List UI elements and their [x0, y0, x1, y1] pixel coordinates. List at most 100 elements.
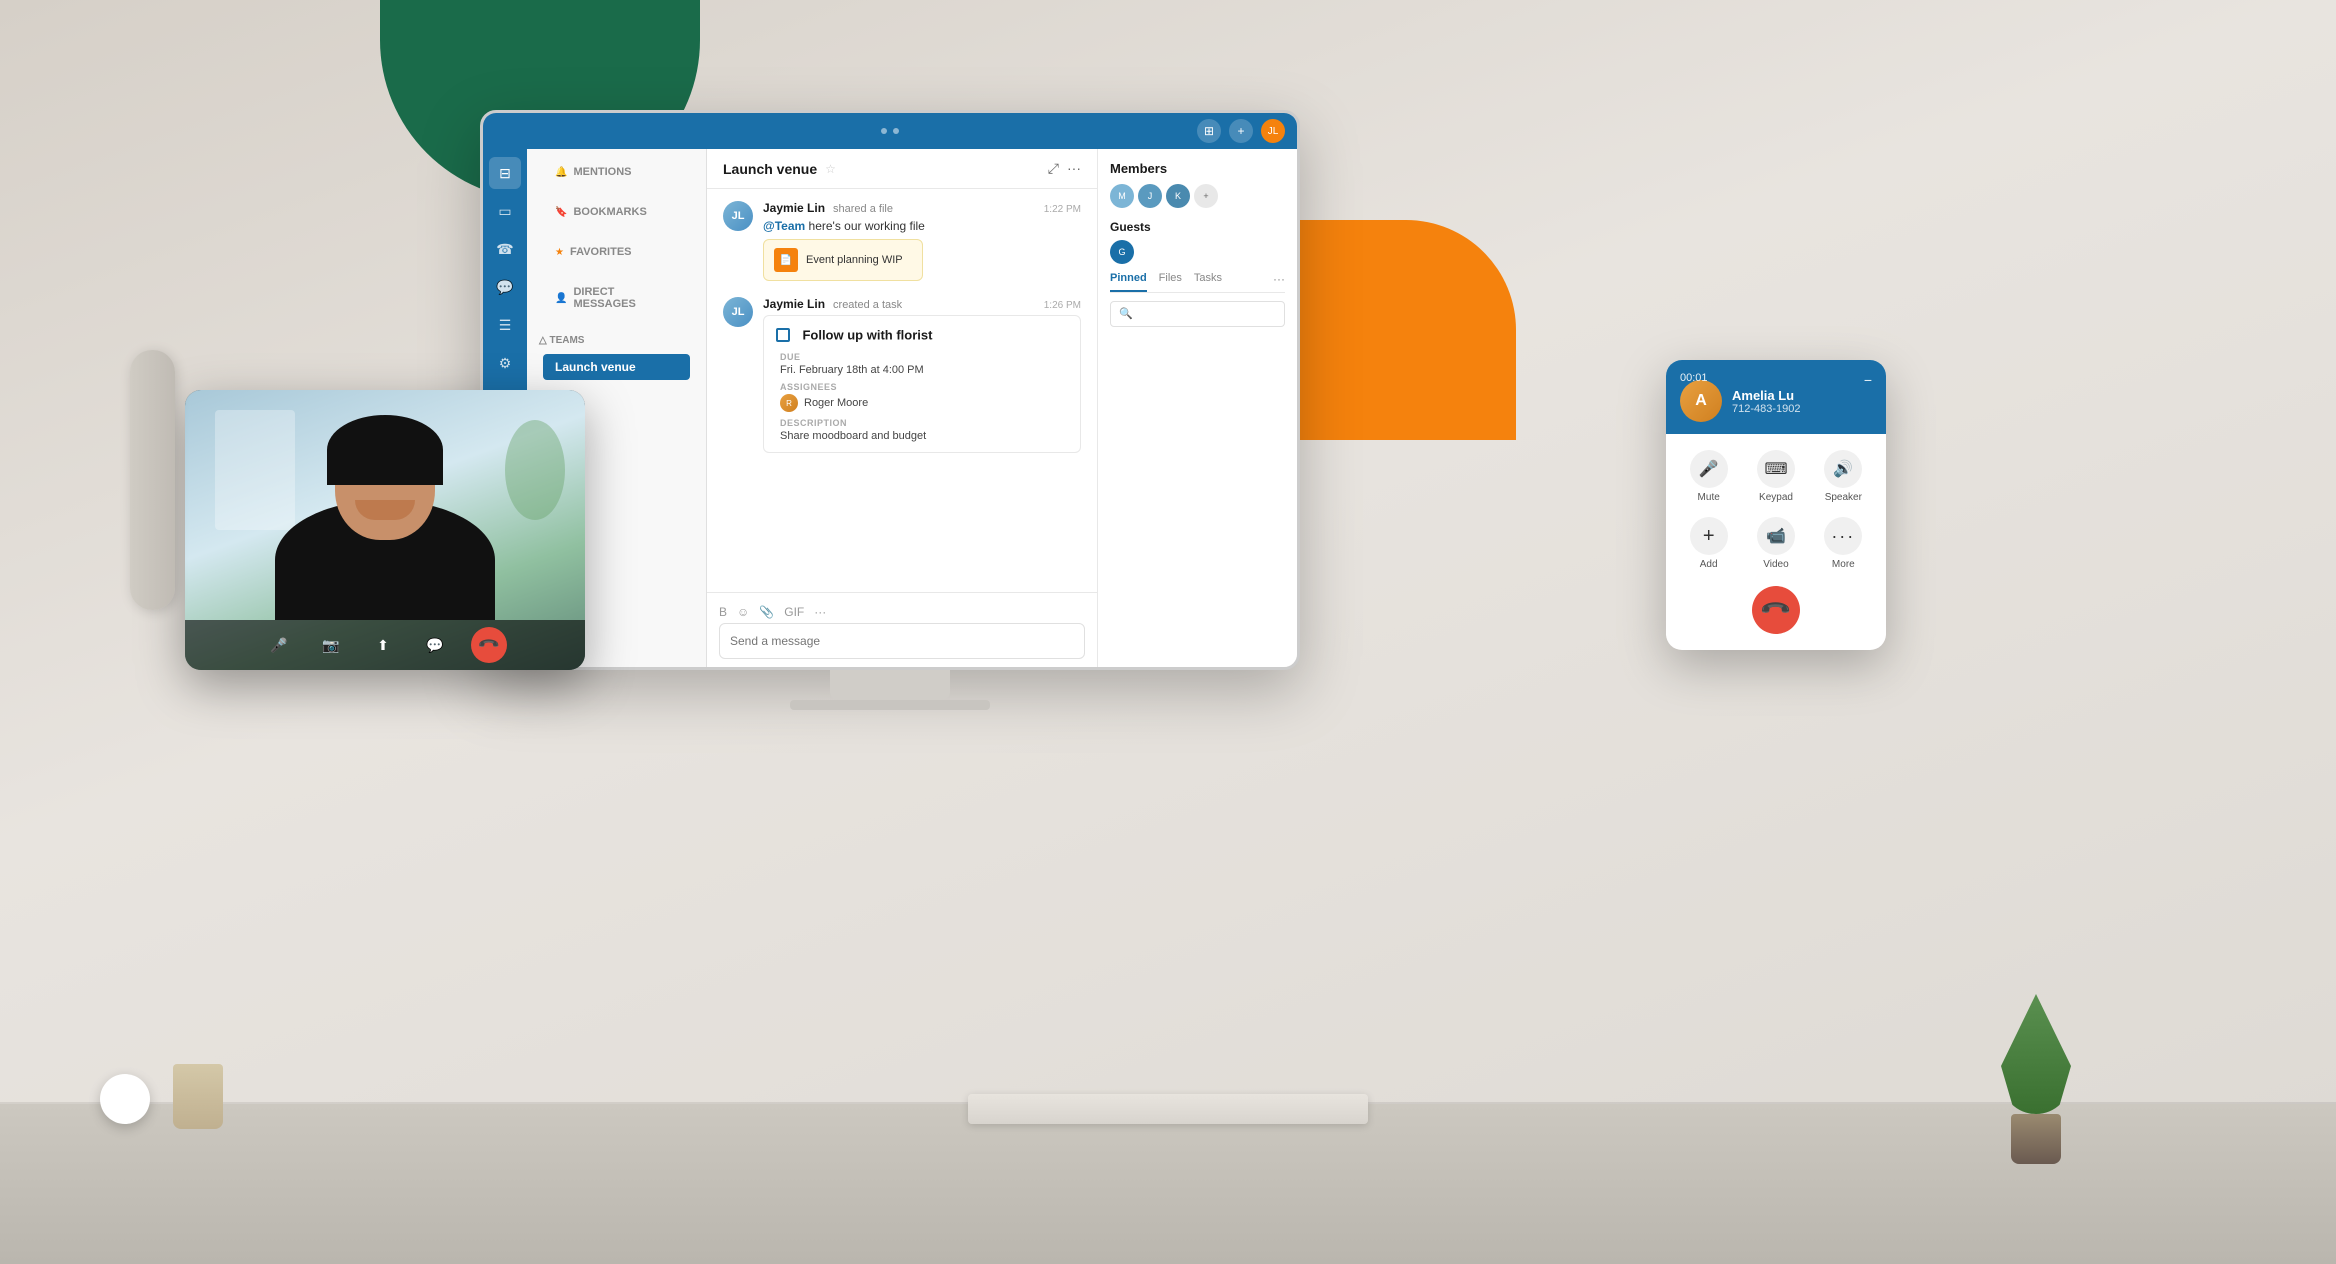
task-due-label: DUE	[780, 352, 1068, 362]
earphones	[100, 1074, 180, 1134]
task-due-value: Fri. February 18th at 4:00 PM	[780, 364, 1068, 376]
video-end-call-btn[interactable]: 📞	[464, 620, 515, 670]
message-2-sender: Jaymie Lin	[763, 297, 825, 311]
tab-files[interactable]: Files	[1159, 272, 1182, 292]
launch-venue-label: Launch venue	[555, 360, 636, 374]
plant-pot-right	[2011, 1114, 2061, 1164]
message-1-time: 1:22 PM	[1044, 204, 1081, 215]
plant-leaves	[2001, 994, 2071, 1114]
phone-more-btn[interactable]: ··· More	[1817, 517, 1870, 570]
video-person-area	[275, 500, 495, 620]
tab-tasks[interactable]: Tasks	[1194, 272, 1222, 292]
guests-title: Guests	[1110, 220, 1285, 234]
lamp-cylinder	[130, 350, 175, 610]
video-call-widget: 🎤 📷 ⬆ 💬 📞	[185, 390, 585, 670]
task-checkbox[interactable]	[776, 328, 790, 342]
task-meta: DUE Fri. February 18th at 4:00 PM ASSIGN…	[776, 352, 1068, 442]
member-avatar-2: J	[1138, 184, 1162, 208]
channel-favorites[interactable]: ★ FAVORITES	[543, 240, 690, 264]
expand-icon[interactable]: ⤢	[1048, 160, 1059, 177]
phone-controls-grid: 🎤 Mute ⌨ Keypad 🔊 Speaker + Add 📹 Video …	[1666, 434, 1886, 586]
message-2-avatar: JL	[723, 297, 753, 327]
sidebar-settings-icon[interactable]: ⚙	[489, 347, 521, 379]
call-timer: 00:01	[1680, 372, 1708, 384]
file-attachment[interactable]: 📄 Event planning WIP	[763, 239, 923, 281]
caller-number: 712-483-1902	[1732, 403, 1872, 415]
gif-icon[interactable]: GIF	[784, 605, 804, 619]
speaker-icon: 🔊	[1824, 450, 1862, 488]
sidebar-home-icon[interactable]: ⊟	[489, 157, 521, 189]
member-avatar-1: M	[1110, 184, 1134, 208]
add-member-btn[interactable]: +	[1194, 184, 1218, 208]
phone-video-btn[interactable]: 📹 Video	[1749, 517, 1802, 570]
panel-more-icon[interactable]: ···	[1273, 272, 1285, 292]
more-toolbar-icon[interactable]: ···	[814, 605, 826, 619]
phone-mute-btn[interactable]: 🎤 Mute	[1682, 450, 1735, 503]
channel-launch-venue[interactable]: Launch venue	[543, 354, 690, 380]
sidebar-menu-icon[interactable]: ☰	[489, 309, 521, 341]
channel-section-favorites: ★ FAVORITES	[527, 229, 706, 269]
video-chat-btn[interactable]: 💬	[419, 629, 451, 661]
chat-header: Launch venue ☆ ⤢ ···	[707, 149, 1097, 189]
task-assignee: R Roger Moore	[780, 394, 1068, 412]
phone-add-btn[interactable]: + Add	[1682, 517, 1735, 570]
message-1-sender: Jaymie Lin	[763, 201, 825, 215]
task-assignees-label: ASSIGNEES	[780, 382, 1068, 392]
members-row: M J K +	[1110, 184, 1285, 208]
bold-icon[interactable]: B	[719, 605, 727, 619]
favorites-label: FAVORITES	[570, 246, 632, 258]
titlebar-dot-1	[881, 128, 887, 134]
phone-speaker-btn[interactable]: 🔊 Speaker	[1817, 450, 1870, 503]
caller-info-row: A Amelia Lu 712-483-1902	[1680, 372, 1872, 422]
member-avatar-3: K	[1166, 184, 1190, 208]
channel-section-bookmarks: 🔖 BOOKMARKS	[527, 189, 706, 229]
channel-direct-messages[interactable]: 👤 DIRECT MESSAGES	[543, 280, 690, 316]
desk-top	[0, 1104, 2336, 1264]
mute-icon: 🎤	[1690, 450, 1728, 488]
message-2-time: 1:26 PM	[1044, 300, 1081, 311]
add-icon[interactable]: +	[1229, 119, 1253, 143]
tab-pinned[interactable]: Pinned	[1110, 272, 1147, 292]
video-mic-btn[interactable]: 🎤	[263, 629, 295, 661]
panel-search-input[interactable]	[1110, 301, 1285, 327]
message-1-action: shared a file	[833, 203, 893, 215]
grid-icon[interactable]: ⊞	[1197, 119, 1221, 143]
assignee-avatar: R	[780, 394, 798, 412]
sidebar-phone-icon[interactable]: ☎	[489, 233, 521, 265]
keyboard-keys	[968, 1094, 1368, 1102]
favorite-star-icon[interactable]: ☆	[825, 162, 836, 176]
attach-icon[interactable]: 📎	[759, 605, 774, 619]
direct-messages-label: DIRECT MESSAGES	[573, 286, 678, 310]
message-1-content: Jaymie Lin shared a file 1:22 PM @Team h…	[763, 201, 1081, 281]
phone-minimize-btn[interactable]: −	[1864, 372, 1872, 388]
channel-mentions[interactable]: 🔔 MENTIONS	[543, 160, 690, 184]
phone-end-call-btn[interactable]: 📞	[1742, 576, 1810, 644]
person-face	[335, 430, 435, 540]
person-smile	[355, 500, 415, 520]
message-1-body: here's our working file	[809, 219, 925, 233]
monitor-base	[790, 700, 990, 710]
user-avatar-titlebar[interactable]: JL	[1261, 119, 1285, 143]
cylinder-lamp	[130, 350, 175, 610]
channel-section-mentions: 🔔 MENTIONS	[527, 149, 706, 189]
more-options-icon[interactable]: ···	[1067, 160, 1081, 177]
person-hair	[327, 415, 443, 485]
phone-keypad-btn[interactable]: ⌨ Keypad	[1749, 450, 1802, 503]
chat-input-area: B ☺ 📎 GIF ···	[707, 592, 1097, 667]
video-share-btn[interactable]: ⬆	[367, 629, 399, 661]
phone-end-call-area: 📞	[1666, 586, 1886, 650]
chat-input-field[interactable]	[719, 623, 1085, 659]
emoji-icon[interactable]: ☺	[737, 605, 749, 619]
sidebar-chat-icon[interactable]: 💬	[489, 271, 521, 303]
chat-main-area: Launch venue ☆ ⤢ ··· JL	[707, 149, 1097, 667]
file-icon: 📄	[774, 248, 798, 272]
keypad-icon: ⌨	[1757, 450, 1795, 488]
channel-bookmarks[interactable]: 🔖 BOOKMARKS	[543, 200, 690, 224]
video-camera-btn[interactable]: 📷	[315, 629, 347, 661]
titlebar-dot-2	[893, 128, 899, 134]
keypad-label: Keypad	[1759, 492, 1793, 503]
plant-right	[1996, 994, 2076, 1164]
task-description-value: Share moodboard and budget	[780, 430, 1068, 442]
more-label: More	[1832, 559, 1855, 570]
sidebar-video-icon[interactable]: ▭	[489, 195, 521, 227]
